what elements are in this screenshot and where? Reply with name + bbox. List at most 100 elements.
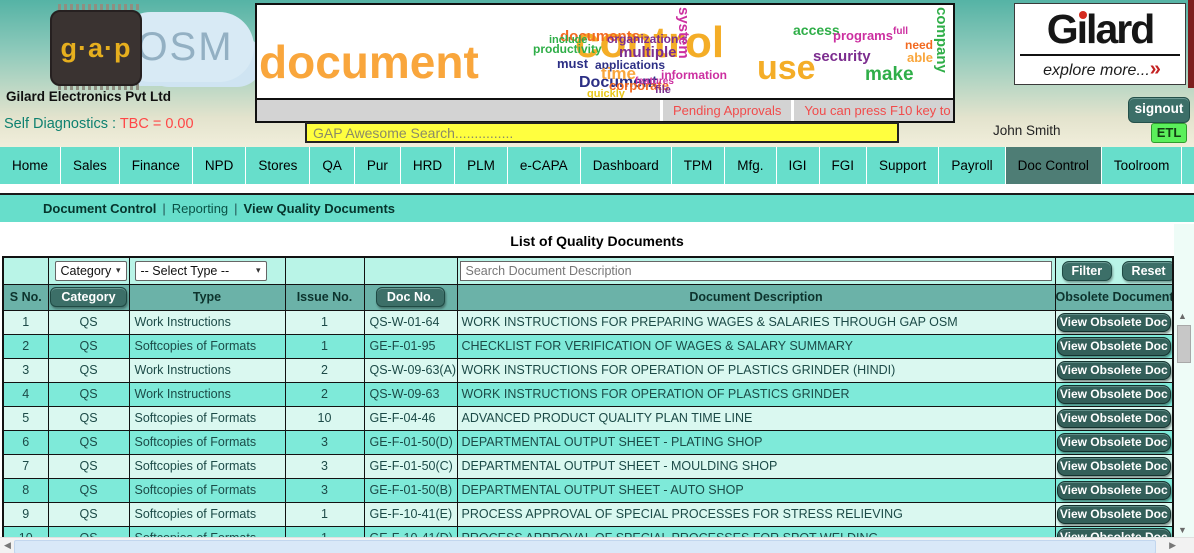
view-obsolete-doc-button[interactable]: View Obsolete Doc [1057,313,1171,332]
nav-item[interactable]: Home [0,147,61,184]
filter-empty-cell [3,257,48,284]
signout-button[interactable]: signout [1128,97,1190,123]
nav-item[interactable]: Support [867,147,939,184]
nav-item[interactable]: Sales [61,147,120,184]
gap-osm-logo: OSM g·a·p [28,2,238,88]
cell-s-no: 10 [3,526,48,537]
etl-button[interactable]: ETL [1151,123,1187,143]
cell-s-no: 6 [3,430,48,454]
nav-item[interactable]: Pur [355,147,401,184]
self-diagnostics-value: TBC = 0.00 [120,116,194,132]
nav-item[interactable]: TPM [672,147,726,184]
nav-item[interactable]: FGI [820,147,868,184]
brand-letter: G [1047,6,1077,52]
osm-text: OSM [136,25,233,70]
nav-item[interactable]: NPD [193,147,247,184]
cell-doc-no: QS-W-09-63(A) [364,358,457,382]
cell-issue-no: 3 [285,430,364,454]
view-obsolete-doc-button[interactable]: View Obsolete Doc [1057,481,1171,500]
filter-empty-cell [364,257,457,284]
category-filter-select[interactable]: Category ▾ [55,261,127,281]
wordcloud-word: document [259,39,479,85]
cell-description: CHECKLIST FOR VERIFICATION OF WAGES & SA… [457,334,1055,358]
gap-awesome-search-input[interactable] [305,122,899,143]
view-obsolete-doc-button[interactable]: View Obsolete Doc [1057,385,1171,404]
vertical-scrollbar[interactable]: ▲ ▼ [1176,311,1191,535]
self-diagnostics-label: Self Diagnostics : [4,116,116,132]
cell-type: Softcopies of Formats [129,430,285,454]
scroll-down-icon[interactable]: ▼ [1178,525,1187,535]
gap-chip-icon: g·a·p [50,10,142,86]
nav-item[interactable]: Doc Control [1006,147,1102,184]
wordcloud-word: quickly [587,89,625,98]
breadcrumb: Document Control|Reporting|View Quality … [0,193,1194,222]
reset-button[interactable]: Reset [1122,261,1173,281]
company-name: Gilard Electronics Pvt Ltd [6,89,171,104]
doc-no-sort-button[interactable]: Doc No. [376,287,445,307]
cell-doc-no: GE-F-04-46 [364,406,457,430]
wordcloud-word: make [865,65,914,84]
table-row: 5 QS Softcopies of Formats 10 GE-F-04-46… [3,406,1173,430]
cell-type: Softcopies of Formats [129,502,285,526]
type-filter-select[interactable]: -- Select Type -- ▾ [135,261,267,281]
table-row: 4 QS Work Instructions 2 QS-W-09-63 WORK… [3,382,1173,406]
view-obsolete-doc-button[interactable]: View Obsolete Doc [1057,505,1171,524]
view-obsolete-doc-button[interactable]: View Obsolete Doc [1057,528,1171,537]
wordcloud-word: include [549,35,588,46]
nav-item[interactable]: Toolroom [1102,147,1183,184]
scroll-up-icon[interactable]: ▲ [1178,311,1187,321]
horizontal-scrollbar[interactable]: ◀ ▶ [0,537,1194,553]
view-obsolete-doc-button[interactable]: View Obsolete Doc [1057,337,1171,356]
view-obsolete-doc-button[interactable]: View Obsolete Doc [1057,457,1171,476]
cell-category: QS [48,478,129,502]
nav-item[interactable]: PLM [455,147,508,184]
filter-button[interactable]: Filter [1062,261,1113,281]
horizontal-scrollbar-thumb[interactable] [14,540,1156,553]
cell-description: DEPARTMENTAL OUTPUT SHEET - AUTO SHOP [457,478,1055,502]
nav-item[interactable]: Payroll [939,147,1005,184]
cell-description: DEPARTMENTAL OUTPUT SHEET - MOULDING SHO… [457,454,1055,478]
page: OSM g·a·p Gilard Electronics Pvt Ltd Sel… [0,0,1194,553]
breadcrumb-document-control[interactable]: Document Control [43,201,156,216]
nav-item[interactable]: e-CAPA [508,147,581,184]
wordcloud-word: features [635,77,674,87]
nav-item[interactable]: Stores [246,147,310,184]
nav-item[interactable]: HRD [401,147,455,184]
cell-category: QS [48,502,129,526]
cell-category: QS [48,430,129,454]
category-sort-button[interactable]: Category [50,287,126,307]
cell-type: Work Instructions [129,382,285,406]
pending-approvals-marquee: Pending Approvals You can press F10 key … [257,98,953,121]
nav-item[interactable]: PCMD [1182,147,1194,184]
cell-doc-no: QS-W-09-63 [364,382,457,406]
gilard-tagline: explore more...» [1020,54,1180,84]
cell-description: PROCESS APPROVAL OF SPECIAL PROCESSES FO… [457,502,1055,526]
breadcrumb-reporting[interactable]: Reporting [172,201,228,216]
table-row: 3 QS Work Instructions 2 QS-W-09-63(A) W… [3,358,1173,382]
category-filter-value: Category [61,264,112,278]
description-search-input[interactable] [460,261,1052,281]
cell-type: Softcopies of Formats [129,526,285,537]
marquee-item: You can press F10 key to R [804,103,953,118]
cell-issue-no: 10 [285,406,364,430]
nav-item[interactable]: Mfg. [725,147,776,184]
view-obsolete-doc-button[interactable]: View Obsolete Doc [1057,409,1171,428]
nav-item[interactable]: IGI [777,147,820,184]
view-obsolete-doc-button[interactable]: View Obsolete Doc [1057,361,1171,380]
nav-item[interactable]: Dashboard [581,147,672,184]
table-row: 8 QS Softcopies of Formats 3 GE-F-01-50(… [3,478,1173,502]
cell-type: Softcopies of Formats [129,406,285,430]
view-obsolete-doc-button[interactable]: View Obsolete Doc [1057,433,1171,452]
gilard-logo: Gılard explore more...» [1014,3,1186,85]
cell-s-no: 5 [3,406,48,430]
vertical-scrollbar-thumb[interactable] [1177,325,1191,363]
breadcrumb-view-quality-documents[interactable]: View Quality Documents [244,201,395,216]
filter-empty-cell [285,257,364,284]
cell-issue-no: 3 [285,454,364,478]
cell-type: Softcopies of Formats [129,334,285,358]
scroll-right-icon[interactable]: ▶ [1169,540,1176,551]
nav-item[interactable]: Finance [120,147,193,184]
scroll-left-icon[interactable]: ◀ [4,540,11,551]
nav-item[interactable]: QA [310,147,355,184]
table-row: 7 QS Softcopies of Formats 3 GE-F-01-50(… [3,454,1173,478]
